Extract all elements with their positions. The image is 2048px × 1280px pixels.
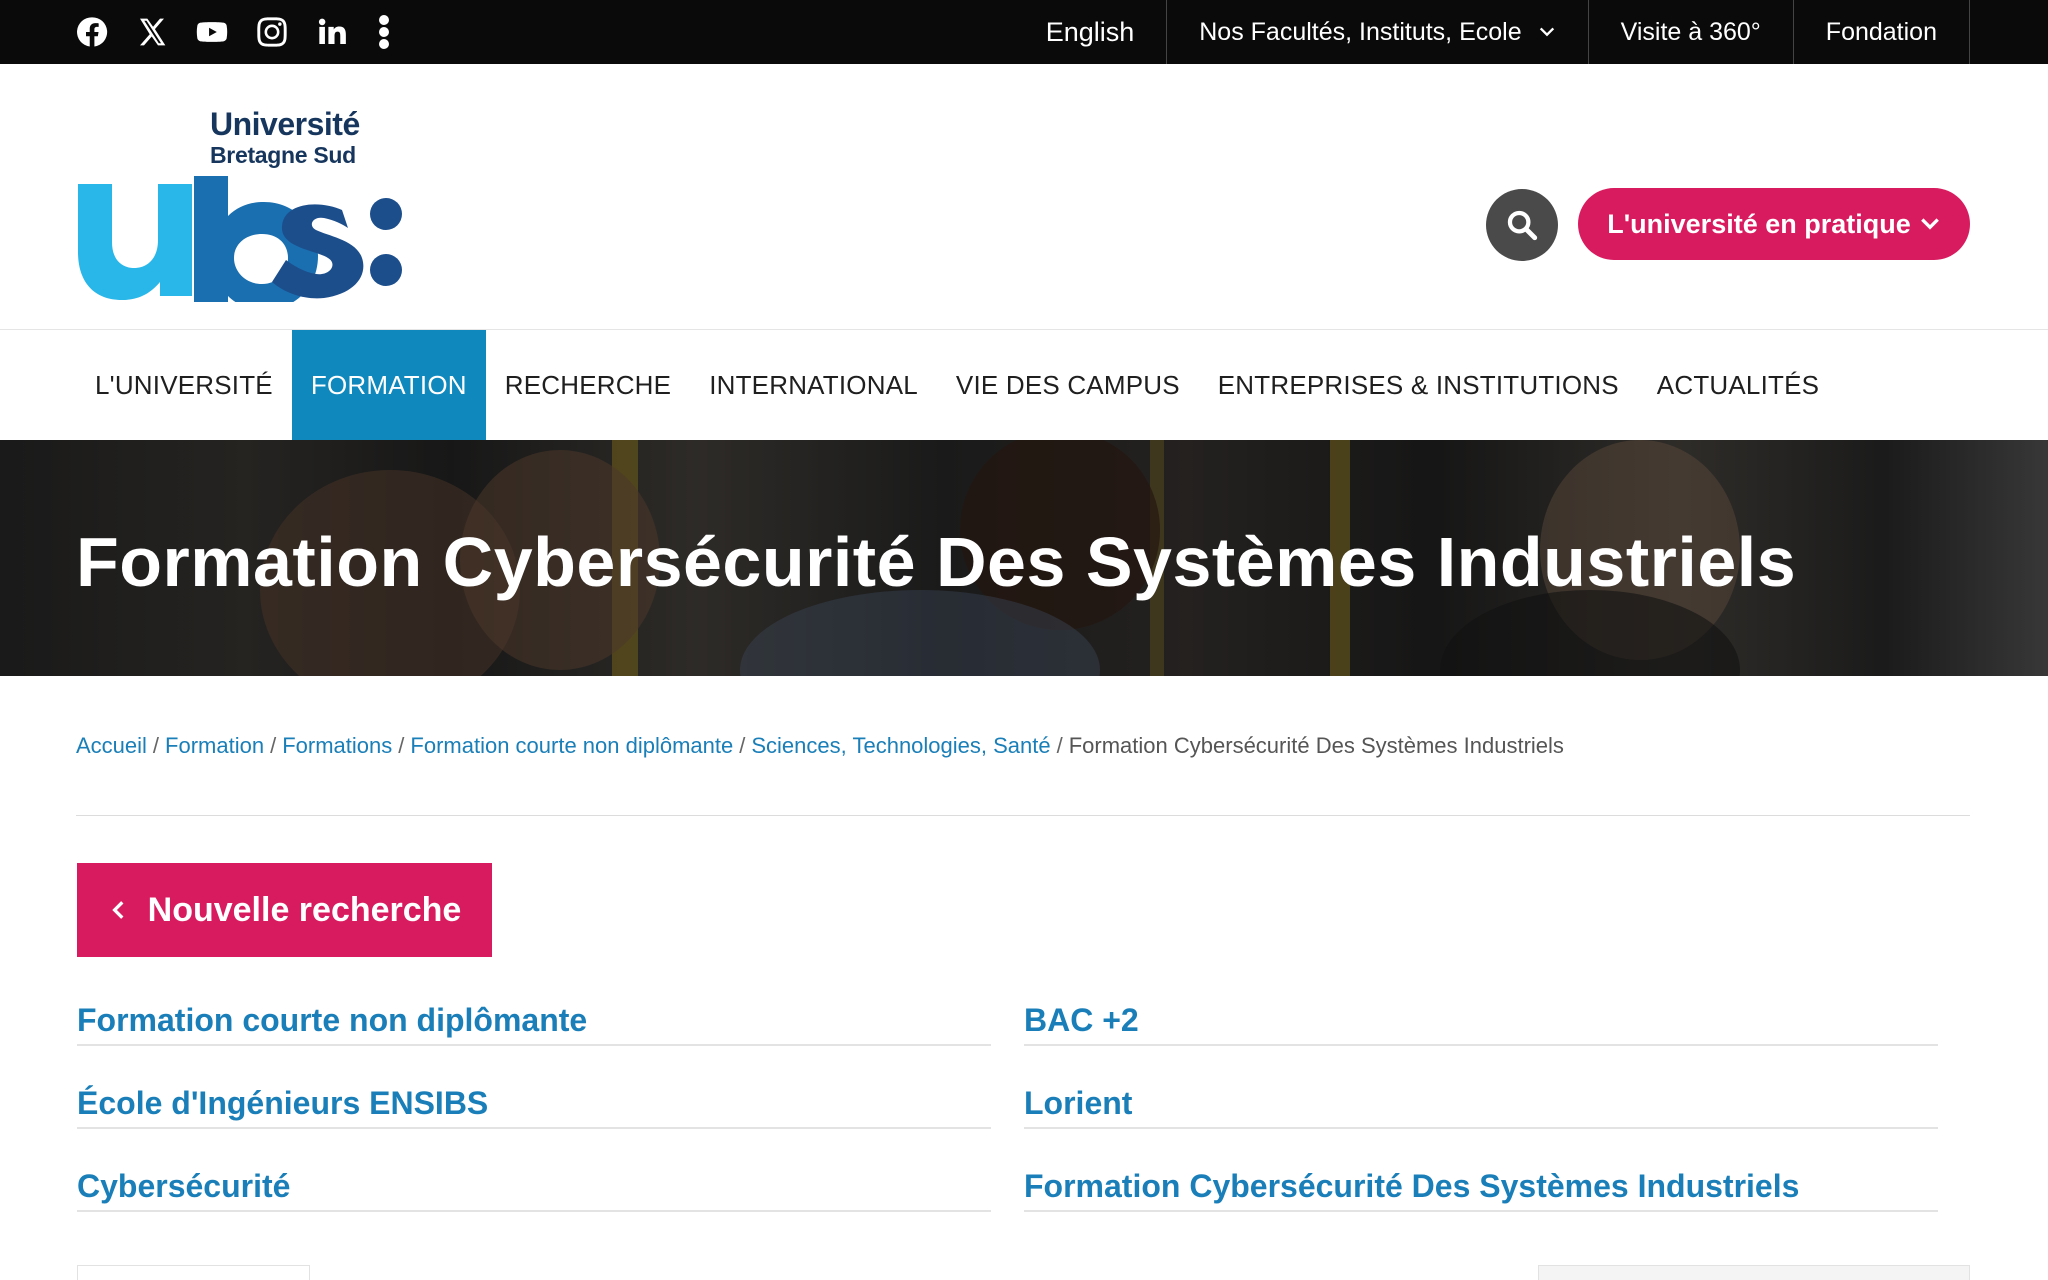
practice-label: L'université en pratique: [1607, 208, 1911, 239]
nav-item-international[interactable]: INTERNATIONAL: [690, 330, 937, 440]
youtube-icon[interactable]: [194, 14, 230, 50]
ubs-logo[interactable]: Université Bretagne Sud: [76, 102, 416, 310]
site-header: Université Bretagne Sud L'université en …: [0, 64, 2048, 330]
breadcrumb-separator: /: [398, 733, 405, 758]
search-icon: [1507, 210, 1538, 241]
breadcrumb-link-formations[interactable]: Formations: [282, 733, 392, 758]
faculties-label: Nos Facultés, Instituts, Ecole: [1199, 17, 1522, 46]
tag-formation-cyber-si[interactable]: Formation Cybersécurité Des Systèmes Ind…: [1024, 1162, 1938, 1212]
social-links: [74, 0, 418, 64]
language-link[interactable]: English: [1014, 0, 1167, 64]
breadcrumb-separator: /: [152, 733, 160, 758]
breadcrumb-link-formation-courte[interactable]: Formation courte non diplômante: [410, 733, 733, 758]
tag-cybersecurite[interactable]: Cybersécurité: [77, 1162, 991, 1212]
x-icon[interactable]: [134, 14, 170, 50]
divider: [76, 815, 1970, 816]
breadcrumb-link-formation[interactable]: Formation: [165, 733, 264, 758]
new-search-button[interactable]: Nouvelle recherche: [77, 863, 492, 957]
tag-lorient[interactable]: Lorient: [1024, 1079, 1938, 1129]
new-search-label: Nouvelle recherche: [147, 890, 462, 929]
logo-text-line1: Université: [210, 106, 360, 142]
chevron-left-icon: [111, 901, 124, 919]
more-icon[interactable]: [374, 14, 394, 50]
breadcrumb: Accueil / Formation / Formations / Formation c…: [76, 733, 1564, 759]
nav-item-universite[interactable]: L'UNIVERSITÉ: [76, 330, 292, 440]
breadcrumb-link-accueil[interactable]: Accueil: [76, 733, 147, 758]
faculties-dropdown[interactable]: Nos Facultés, Instituts, Ecole: [1166, 0, 1587, 64]
breadcrumb-separator: /: [739, 733, 746, 758]
breadcrumb-current: Formation Cybersécurité Des Systèmes Ind…: [1068, 733, 1564, 758]
nav-item-entreprises[interactable]: ENTREPRISES & INSTITUTIONS: [1199, 330, 1638, 440]
instagram-icon[interactable]: [254, 14, 290, 50]
facebook-icon[interactable]: [74, 14, 110, 50]
tag-formation-courte[interactable]: Formation courte non diplômante: [77, 996, 991, 1046]
chevron-down-icon: [1539, 27, 1554, 37]
foundation-link[interactable]: Fondation: [1792, 0, 1970, 64]
logo-text-line2: Bretagne Sud: [210, 142, 356, 168]
breadcrumb-separator: /: [1056, 733, 1063, 758]
nav-item-recherche[interactable]: RECHERCHE: [486, 330, 690, 440]
practice-dropdown-button[interactable]: L'université en pratique: [1578, 188, 1970, 260]
nav-item-actualites[interactable]: ACTUALITÉS: [1638, 330, 1838, 440]
nav-item-vie-des-campus[interactable]: VIE DES CAMPUS: [937, 330, 1199, 440]
page-title: Formation Cybersécurité Des Systèmes Ind…: [76, 523, 1797, 601]
nav-item-formation[interactable]: FORMATION: [291, 330, 486, 440]
hero-banner: Formation Cybersécurité Des Systèmes Ind…: [0, 440, 2048, 676]
tag-bac-2[interactable]: BAC +2: [1024, 996, 1938, 1046]
content-box: [1538, 1265, 1970, 1280]
top-utility-nav: English Nos Facultés, Instituts, Ecole V…: [1014, 0, 2048, 64]
content-box: [77, 1265, 310, 1280]
top-bar: English Nos Facultés, Instituts, Ecole V…: [0, 0, 2048, 64]
search-button[interactable]: [1486, 189, 1558, 261]
linkedin-icon[interactable]: [314, 14, 350, 50]
chevron-down-icon: [1920, 218, 1939, 230]
breadcrumb-link-sciences[interactable]: Sciences, Technologies, Santé: [751, 733, 1050, 758]
breadcrumb-separator: /: [270, 733, 277, 758]
tag-ensibs[interactable]: École d'Ingénieurs ENSIBS: [77, 1079, 991, 1129]
main-nav: L'UNIVERSITÉ FORMATION RECHERCHE INTERNA…: [0, 330, 2048, 440]
visit-360-link[interactable]: Visite à 360°: [1587, 0, 1793, 64]
